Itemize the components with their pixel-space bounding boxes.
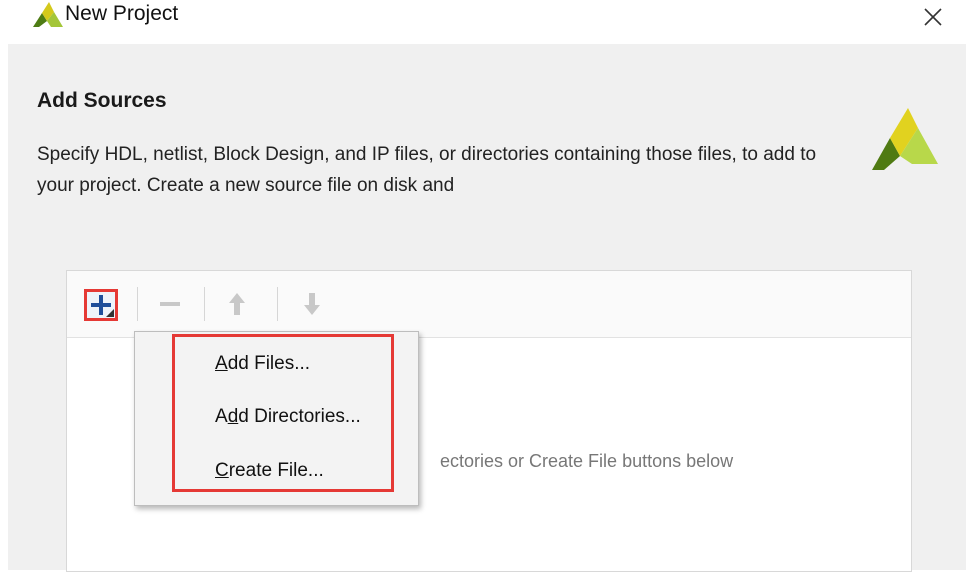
submenu-corner-icon [106,309,114,317]
toolbar-divider [277,287,278,321]
close-icon [924,8,942,26]
window-title: New Project [65,2,179,25]
toolbar-divider [204,287,205,321]
close-button[interactable] [916,0,950,34]
title-bar: New Project [0,0,966,44]
sources-toolbar [67,271,911,338]
sources-empty-hint: ectories or Create File buttons below [440,451,734,471]
remove-button[interactable] [152,287,188,321]
toolbar-divider [137,287,138,321]
menu-highlight-box [172,334,394,492]
minus-icon [160,302,180,306]
xilinx-vivado-logo-large-icon [872,108,938,170]
page-heading: Add Sources [37,89,167,112]
move-down-button[interactable] [294,287,330,321]
arrow-up-icon [229,293,245,315]
move-up-button[interactable] [219,287,255,321]
add-sources-button[interactable] [84,289,118,321]
page-description: Specify HDL, netlist, Block Design, and … [37,144,817,196]
xilinx-vivado-logo-icon [33,2,63,27]
arrow-down-icon [304,293,320,315]
